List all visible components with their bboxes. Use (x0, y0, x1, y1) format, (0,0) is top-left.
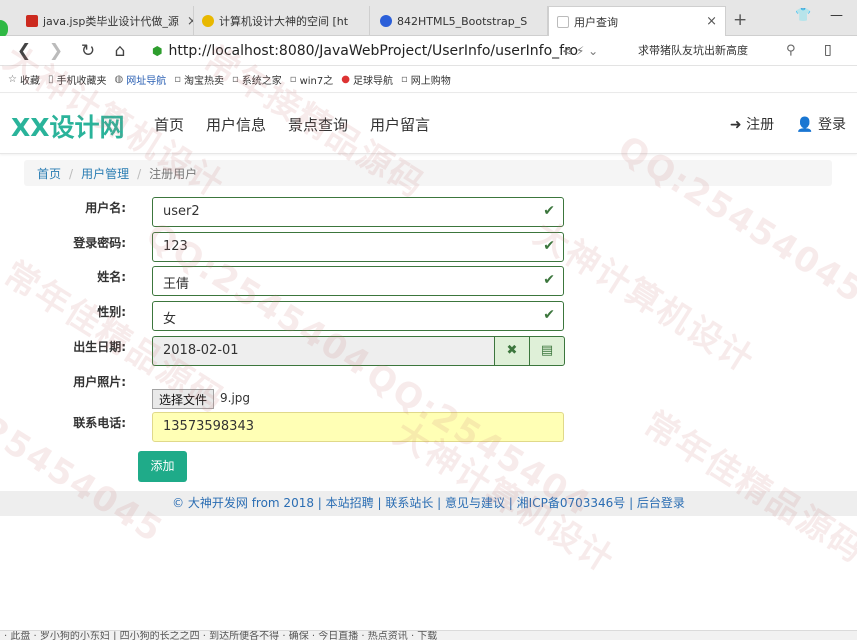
check-icon: ✔ (543, 307, 555, 323)
birthday-field[interactable]: 2018-02-01 (152, 336, 494, 366)
browser-tab-2[interactable]: 计算机设计大神的空间 [ht (194, 6, 370, 36)
tab-favicon-icon (380, 15, 392, 27)
url-field[interactable]: ⬢ http://localhost:8080/JavaWebProject/U… (152, 41, 624, 61)
name-field[interactable]: 王倩 ✔ (152, 266, 564, 296)
tab-favicon-icon (202, 15, 214, 27)
tab-label: 842HTML5_Bootstrap_S (397, 14, 528, 28)
nav-user-info[interactable]: 用户信息 (206, 114, 266, 135)
search-icon[interactable]: ⚲ (786, 43, 796, 58)
new-tab-button[interactable]: + (733, 10, 747, 30)
add-button[interactable]: 添加 (138, 451, 187, 482)
photo-row: 用户照片: (0, 371, 857, 401)
bookmarks-bar: ☆ 收藏 ▯ 手机收藏夹 ◍ 网址导航 ▫ 淘宝热卖 ▫ 系统之家 ▫ win7之 ● 足球导… (0, 67, 857, 93)
forward-icon: ❯ (48, 40, 64, 61)
nav-attractions[interactable]: 景点查询 (288, 114, 348, 135)
browser-tab-1[interactable]: java.jsp类毕业设计代做_源 × (18, 6, 194, 36)
calendar-icon: ▤ (540, 343, 554, 358)
bookmark-item[interactable]: ◍ 网址导航 (114, 72, 166, 87)
gender-row: 性别: 女 ✔ (0, 301, 857, 331)
username-row: 用户名: user2 ✔ (0, 197, 857, 227)
phone-icon: ▯ (47, 74, 54, 85)
star-icon: ☆ (8, 74, 17, 85)
page-icon: ▫ (174, 74, 181, 85)
breadcrumb-separator: / (137, 167, 142, 181)
phone-field[interactable]: 13573598343 (152, 412, 564, 442)
choose-file-button[interactable]: 选择文件 (152, 389, 215, 409)
address-bar: ❮ ❯ ↻ ⌂ ⬢ http://localhost:8080/JavaWebP… (0, 36, 857, 66)
photo-label: 用户照片: (73, 375, 126, 389)
tab-favicon-icon (26, 15, 38, 27)
tab-label: java.jsp类毕业设计代做_源 (43, 15, 179, 28)
birthday-label: 出生日期: (73, 340, 126, 354)
url-text: http://localhost:8080/JavaWebProject/Use… (168, 43, 579, 59)
nav-home[interactable]: 首页 (154, 114, 184, 135)
browser-tab-3[interactable]: 842HTML5_Bootstrap_S (372, 6, 548, 36)
name-label: 姓名: (97, 270, 126, 284)
user-icon: 👤 (796, 117, 814, 133)
page-icon: ▫ (232, 74, 239, 85)
username-field[interactable]: user2 ✔ (152, 197, 564, 227)
auth-links: ➜ 注册 👤 登录 (708, 114, 846, 134)
shirt-icon[interactable]: 👕 (795, 8, 811, 23)
nav-messages[interactable]: 用户留言 (370, 114, 430, 135)
share-icon[interactable]: ⋖ ⚡ ⌄ (562, 44, 598, 58)
status-bar: · 此盘 · 罗小狗的小东妇 | 四小狗的长之之四 · 到达所便各不得 · 确保… (0, 630, 857, 640)
browser-tab-bar: java.jsp类毕业设计代做_源 × 计算机设计大神的空间 [ht 842HT… (0, 0, 857, 36)
gender-label: 性别: (97, 305, 126, 319)
football-icon: ● (341, 74, 350, 85)
password-row: 登录密码: 123 ✔ (0, 232, 857, 262)
register-link[interactable]: ➜ 注册 (730, 114, 774, 134)
breadcrumb-home[interactable]: 首页 (37, 167, 61, 181)
shield-icon: ⬢ (152, 44, 163, 58)
remove-icon: ✖ (506, 343, 518, 358)
check-icon: ✔ (543, 238, 555, 254)
password-label: 登录密码: (73, 236, 126, 250)
site-footer: © 大神开发网 from 2018 | 本站招聘 | 联系站长 | 意见与建议 … (0, 491, 857, 516)
tab-favicon-icon (557, 15, 569, 28)
bookmark-item[interactable]: ▫ 网上购物 (401, 72, 451, 87)
main-nav: 首页 用户信息 景点查询 用户留言 (154, 114, 452, 135)
check-icon: ✔ (543, 203, 555, 219)
file-name: 9.jpg (220, 391, 251, 405)
breadcrumb-section[interactable]: 用户管理 (81, 167, 129, 181)
tab-label: 用户查询 (574, 15, 618, 29)
site-navbar: XX设计网 首页 用户信息 景点查询 用户留言 ➜ 注册 👤 登录 (0, 94, 857, 154)
clear-date-button[interactable]: ✖ (494, 336, 530, 366)
tab-label: 计算机设计大神的空间 [ht (219, 15, 349, 28)
home-icon[interactable]: ⌂ (104, 41, 136, 61)
sign-in-icon: ➜ (729, 117, 742, 133)
minimize-icon[interactable]: — (830, 8, 843, 23)
bookmark-item[interactable]: ▯ 手机收藏夹 (48, 72, 107, 87)
username-label: 用户名: (85, 201, 126, 215)
name-row: 姓名: 王倩 ✔ (0, 266, 857, 296)
breadcrumb-current: 注册用户 (149, 167, 198, 181)
phone-label: 联系电话: (73, 416, 126, 430)
bookmark-item[interactable]: ● 足球导航 (341, 72, 393, 87)
close-icon[interactable]: × (698, 14, 717, 29)
bookmark-item[interactable]: ▫ 淘宝热卖 (174, 72, 224, 87)
breadcrumb-separator: / (69, 167, 74, 181)
check-icon: ✔ (543, 272, 555, 288)
globe-icon: ◍ (114, 74, 124, 85)
page-icon: ▫ (289, 74, 297, 85)
breadcrumb: 首页 / 用户管理 / 注册用户 (24, 160, 832, 186)
back-icon[interactable]: ❮ (8, 41, 40, 61)
login-link[interactable]: 👤 登录 (796, 114, 846, 134)
gender-field[interactable]: 女 ✔ (152, 301, 564, 331)
password-field[interactable]: 123 ✔ (152, 232, 564, 262)
reload-icon[interactable]: ↻ (72, 41, 104, 61)
browser-search-input[interactable]: 求带猪队友坑出新高度 (638, 42, 808, 60)
calendar-button[interactable]: ▤ (529, 336, 565, 366)
bookmark-item[interactable]: ☆ 收藏 (8, 72, 40, 87)
bookmark-item[interactable]: ▫ 系统之家 (232, 72, 282, 87)
bookmark-item[interactable]: ▫ win7之 (290, 72, 333, 87)
browser-tab-active[interactable]: 用户查询 × (548, 6, 726, 36)
site-brand[interactable]: XX设计网 (11, 108, 125, 144)
page-icon: ▫ (400, 74, 408, 85)
close-icon[interactable]: × (179, 14, 193, 29)
phone-icon[interactable]: ▯ (824, 42, 832, 58)
